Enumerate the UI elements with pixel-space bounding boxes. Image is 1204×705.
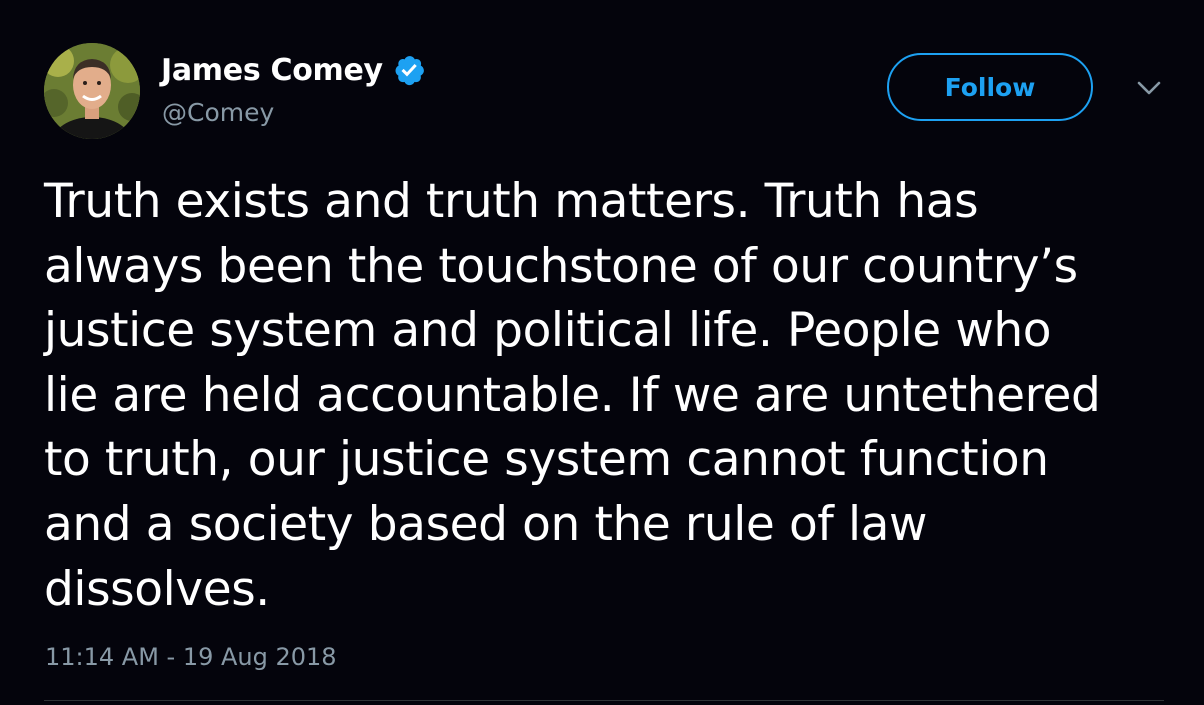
tweet-text: Truth exists and truth matters. Truth ha… [44, 170, 1164, 622]
divider [44, 700, 1164, 701]
avatar-image [44, 43, 140, 139]
avatar[interactable] [44, 43, 140, 139]
tweet-timestamp[interactable]: 11:14 AM - 19 Aug 2018 [45, 643, 337, 671]
tweet-text-line: dissolves. [44, 561, 270, 617]
author-handle[interactable]: @Comey [162, 98, 274, 127]
chevron-down-icon[interactable] [1133, 76, 1165, 100]
tweet-text-line: and a society based on the rule of law [44, 496, 928, 552]
verified-badge-icon [392, 53, 426, 87]
author-name-row[interactable]: James Comey [161, 50, 426, 90]
tweet-text-line: justice system and political life. Peopl… [44, 303, 1052, 359]
tweet-text-line: Truth exists and truth matters. Truth ha… [44, 174, 979, 229]
tweet-card: James Comey @Comey Follow Truth exists a… [0, 0, 1204, 705]
tweet-text-line: to truth, our justice system cannot func… [44, 432, 1049, 488]
tweet-text-line: lie are held accountable. If we are unte… [44, 367, 1101, 423]
tweet-text-line: always been the touchstone of our countr… [44, 238, 1078, 294]
author-display-name[interactable]: James Comey [161, 53, 383, 88]
follow-button[interactable]: Follow [887, 53, 1093, 121]
